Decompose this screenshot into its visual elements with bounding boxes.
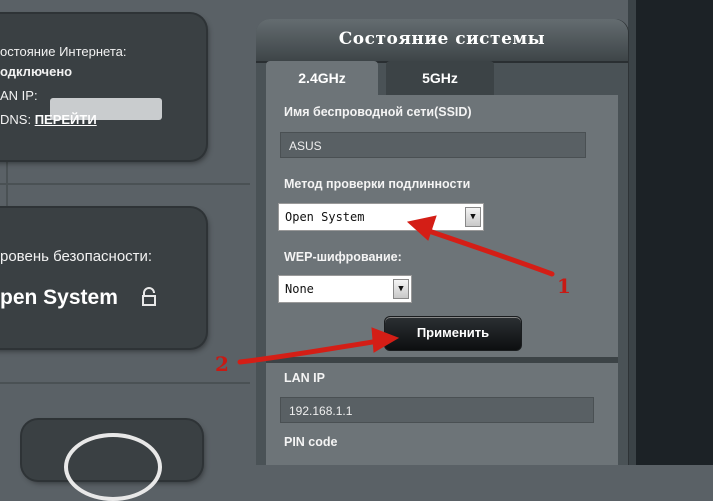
arrow-1-head — [406, 215, 437, 241]
annotation-number-1: 1 — [557, 274, 571, 298]
arrow-1-shaft — [417, 225, 555, 277]
annotation-number-2: 2 — [215, 352, 229, 376]
arrow-2-head — [371, 327, 400, 353]
annotation-arrows — [237, 215, 555, 365]
arrow-2-shaft — [237, 337, 388, 365]
